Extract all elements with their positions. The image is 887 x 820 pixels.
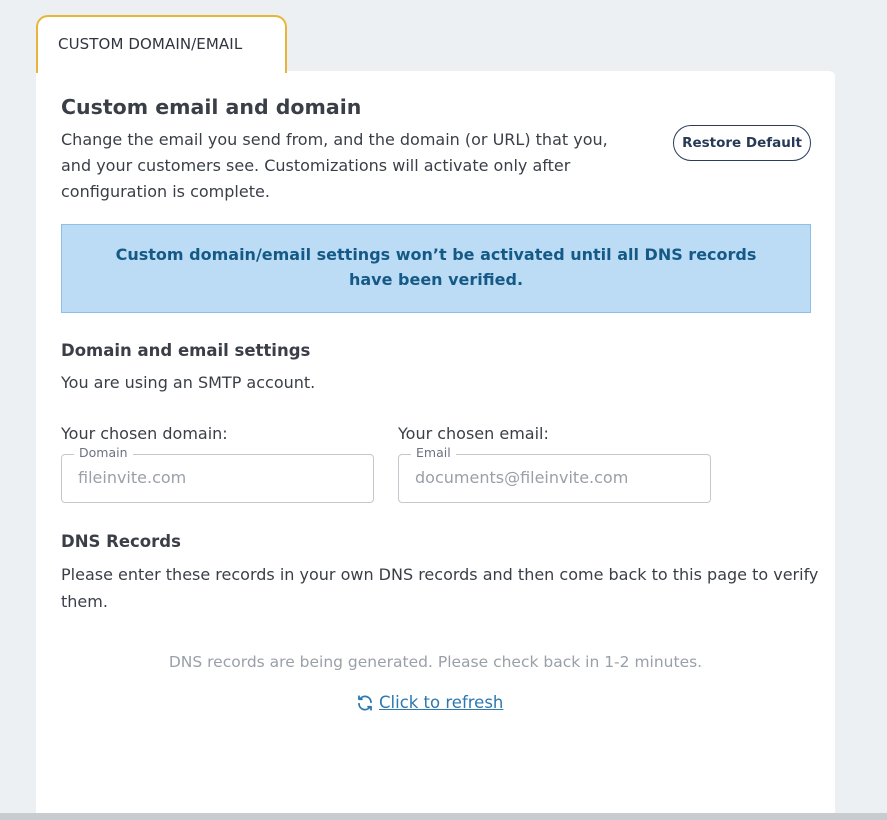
dns-warning-alert: Custom domain/email settings won’t be ac…	[61, 224, 811, 313]
domain-field: Domain	[61, 445, 374, 503]
domain-input[interactable]	[78, 468, 365, 487]
refresh-link[interactable]: Click to refresh	[356, 693, 503, 712]
page-description: Change the email you send from, and the …	[61, 130, 608, 201]
bottom-scroll-edge	[0, 813, 887, 820]
refresh-link-label: Click to refresh	[379, 693, 504, 712]
dns-records-description: Please enter these records in your own D…	[61, 565, 819, 611]
email-field-legend: Email	[411, 445, 456, 460]
tab-label: CUSTOM DOMAIN/EMAIL	[58, 35, 243, 53]
refresh-icon	[356, 694, 374, 712]
domain-email-settings-heading: Domain and email settings	[61, 341, 311, 360]
dns-generating-note: DNS records are being generated. Please …	[168, 653, 703, 671]
email-field-label: Your chosen email:	[398, 424, 549, 443]
restore-default-button[interactable]: Restore Default	[673, 125, 811, 161]
settings-card: Custom email and domain Change the email…	[36, 71, 835, 816]
page-title: Custom email and domain	[61, 95, 362, 119]
email-field: Email	[398, 445, 711, 503]
smtp-account-note: You are using an SMTP account.	[61, 373, 316, 392]
dns-records-heading: DNS Records	[61, 532, 181, 551]
domain-field-label: Your chosen domain:	[61, 424, 228, 443]
domain-field-legend: Domain	[74, 445, 133, 460]
email-input[interactable]	[415, 468, 702, 487]
tab-custom-domain-email[interactable]: CUSTOM DOMAIN/EMAIL	[36, 15, 287, 73]
